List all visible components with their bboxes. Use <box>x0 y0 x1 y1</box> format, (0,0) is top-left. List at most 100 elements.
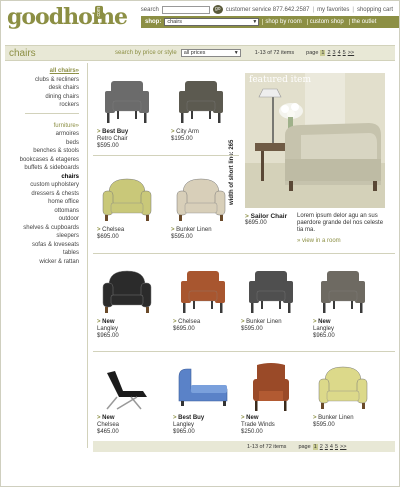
product-tile[interactable]: > Bunker Linen $595.00 <box>241 263 303 333</box>
product-tile[interactable]: > Bunker Linen $595.00 <box>171 171 233 241</box>
favorites-link[interactable]: my favorites <box>317 7 349 13</box>
category-sidebar: all chairs» clubs & recliners desk chairs d… <box>5 67 83 266</box>
sidebar-item[interactable]: custom upholstery <box>5 181 79 190</box>
sidebar-item[interactable]: bookcases & etageres <box>5 156 79 165</box>
sidebar-item[interactable]: shelves & cupboards <box>5 224 79 233</box>
page-link[interactable]: 5 <box>343 50 346 56</box>
sidebar-item[interactable]: outdoor <box>5 215 79 224</box>
product-name[interactable]: Retro Chair <box>97 136 159 143</box>
page-link[interactable]: 4 <box>330 444 333 450</box>
product-tile[interactable]: > New Langley $965.00 <box>313 263 375 340</box>
product-image[interactable] <box>171 73 231 129</box>
product-tile[interactable]: > Chelsea $695.00 <box>97 171 159 241</box>
sidebar-item[interactable]: clubs & recliners <box>5 76 79 85</box>
page-link[interactable]: 1 <box>320 50 326 56</box>
go-button[interactable]: go <box>212 5 223 14</box>
nav-shop-by-room[interactable]: shop by room <box>262 19 303 25</box>
sidebar-heading[interactable]: all chairs <box>50 68 76 74</box>
chevron-right-icon: » <box>75 122 79 129</box>
sidebar-item[interactable]: sleepers <box>5 232 79 241</box>
product-name: Bunker Linen <box>246 319 282 325</box>
logo[interactable]: goodhome <box>7 4 128 30</box>
search-input[interactable] <box>161 5 210 14</box>
product-name[interactable]: Langley <box>173 422 235 429</box>
nav-the-outlet[interactable]: the outlet <box>348 19 379 25</box>
page-link[interactable]: 2 <box>320 444 323 450</box>
product-title-line[interactable]: > Bunker Linen <box>313 415 375 422</box>
sidebar-item[interactable]: sofas & loveseats <box>5 241 79 250</box>
product-title-line[interactable]: > City Arm <box>171 129 233 136</box>
product-title-line[interactable]: > Best Buy <box>97 129 159 136</box>
product-image[interactable] <box>171 171 231 227</box>
product-tile[interactable]: > New Trade Winds $250.00 <box>241 359 303 436</box>
sidebar-item[interactable]: wicker & rattan <box>5 258 79 267</box>
product-image[interactable] <box>313 263 373 319</box>
page-link[interactable]: 3 <box>325 444 328 450</box>
product-image[interactable] <box>97 171 157 227</box>
product-badge: Best Buy <box>102 129 129 135</box>
sidebar-item[interactable]: benches & stools <box>5 147 79 156</box>
product-tile[interactable]: > New Langley $965.00 <box>97 263 159 340</box>
product-title-line[interactable]: > New <box>241 415 303 422</box>
product-image[interactable] <box>97 73 157 129</box>
sidebar-item[interactable]: ottomans <box>5 207 79 216</box>
product-image[interactable] <box>313 359 373 415</box>
product-title-line[interactable]: > Bunker Linen <box>241 319 303 326</box>
product-tile[interactable]: > Best Buy Langley $965.00 <box>173 359 235 436</box>
page-link[interactable]: 2 <box>327 50 330 56</box>
product-name[interactable]: Trade Winds <box>241 422 303 429</box>
customer-service-link[interactable]: customer service 877.642.2587 <box>226 7 310 13</box>
product-title-line[interactable]: > New <box>97 319 159 326</box>
sidebar-item[interactable]: beds <box>5 139 79 148</box>
product-title-line[interactable]: > Best Buy <box>173 415 235 422</box>
product-tile[interactable]: > New Chelsea $465.00 <box>97 359 159 436</box>
product-name[interactable]: Langley <box>97 326 159 333</box>
product-title-line[interactable]: > New <box>97 415 159 422</box>
product-title-line[interactable]: > Bunker Linen <box>171 227 233 234</box>
product-image[interactable] <box>241 263 301 319</box>
product-image[interactable] <box>241 359 301 415</box>
product-name[interactable]: Langley <box>313 326 375 333</box>
nav-custom-shop[interactable]: custom shop <box>306 19 346 25</box>
sidebar-item[interactable]: buffets & sideboards <box>5 164 79 173</box>
product-image[interactable] <box>97 263 157 319</box>
sidebar-item[interactable]: desk chairs <box>5 84 79 93</box>
featured-image[interactable]: featured item <box>245 73 385 208</box>
featured-room-illustration <box>245 73 385 208</box>
next-page-link[interactable]: >> <box>340 444 346 450</box>
product-name[interactable]: Chelsea <box>97 422 159 429</box>
price-filter-select[interactable]: all prices ▼ <box>180 49 241 57</box>
page-link[interactable]: 3 <box>333 50 336 56</box>
product-image[interactable] <box>173 263 233 319</box>
product-title-line[interactable]: > Chelsea <box>173 319 235 326</box>
product-badge: New <box>318 319 331 325</box>
featured-name[interactable]: > Sailor Chair <box>245 213 293 220</box>
sidebar-item[interactable]: home office <box>5 198 79 207</box>
sidebar-heading[interactable]: furniture <box>54 123 76 129</box>
product-tile[interactable]: > City Arm $195.00 <box>171 73 233 143</box>
sidebar-item[interactable]: rockers <box>5 101 79 110</box>
sidebar-item[interactable]: dressers & chests <box>5 190 79 199</box>
sidebar-item[interactable]: tables <box>5 249 79 258</box>
product-price: $195.00 <box>171 136 193 142</box>
page-link[interactable]: 4 <box>338 50 341 56</box>
product-tile[interactable]: > Chelsea $695.00 <box>173 263 235 333</box>
page-link[interactable]: 1 <box>312 443 318 450</box>
product-title-line[interactable]: > Chelsea <box>97 227 159 234</box>
product-price: $965.00 <box>97 333 119 339</box>
view-in-room-link[interactable]: » view in a room <box>297 238 341 244</box>
sidebar-item[interactable]: dining chairs <box>5 93 79 102</box>
product-image[interactable] <box>173 359 233 415</box>
sidebar-item[interactable]: armoires <box>5 130 79 139</box>
shop-category-select[interactable]: chairs ▼ <box>164 18 260 26</box>
product-image[interactable] <box>97 359 157 415</box>
row-divider <box>93 253 395 254</box>
next-page-link[interactable]: >> <box>348 50 354 56</box>
product-price: $695.00 <box>173 326 195 332</box>
product-tile[interactable]: > Bunker Linen $595.00 <box>313 359 375 429</box>
product-tile[interactable]: > Best Buy Retro Chair $595.00 <box>97 73 159 150</box>
page-link[interactable]: 5 <box>335 444 338 450</box>
sidebar-item[interactable]: chairs <box>5 173 79 182</box>
product-title-line[interactable]: > New <box>313 319 375 326</box>
shopping-cart-link[interactable]: shopping cart <box>357 7 393 13</box>
